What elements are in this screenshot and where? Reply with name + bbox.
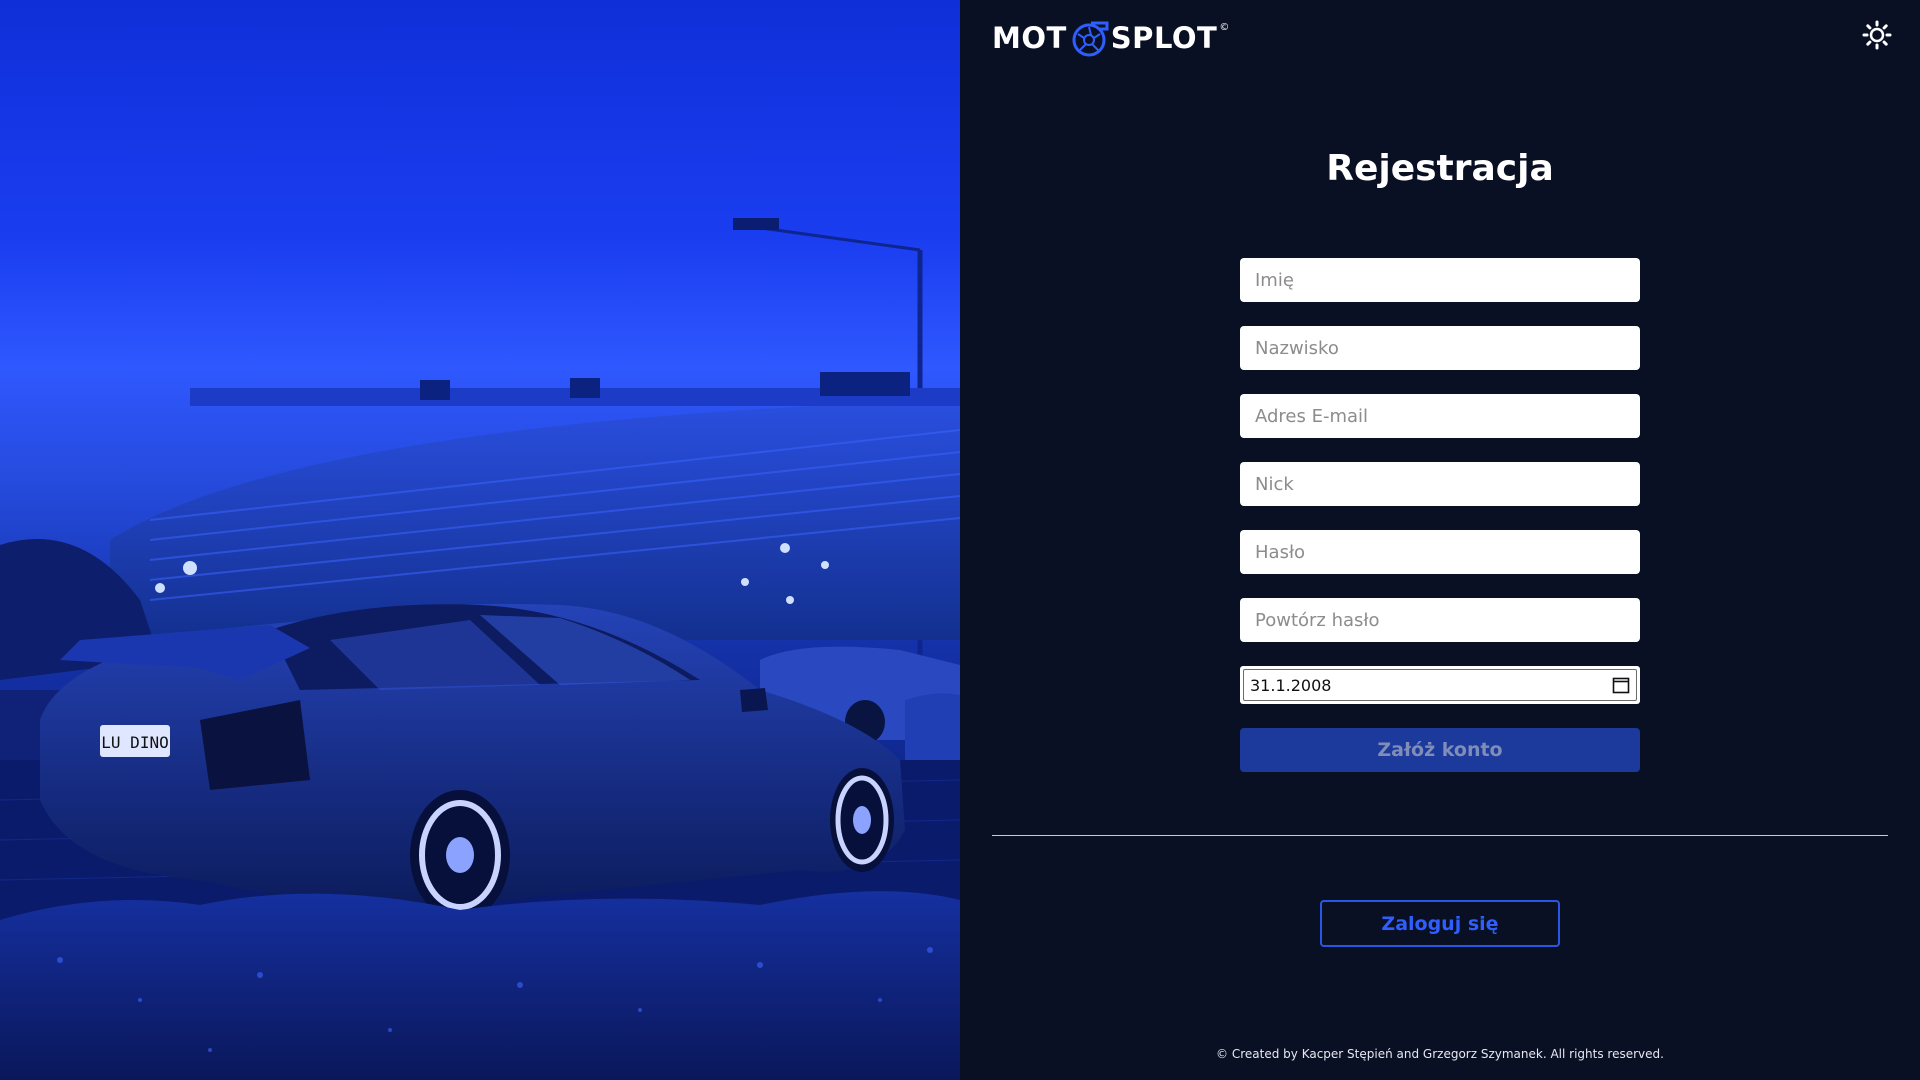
create-account-button[interactable]: Załóż konto — [1240, 728, 1640, 772]
page-title: Rejestracja — [1326, 148, 1554, 189]
birth-date-input[interactable]: 31.1.2008 — [1240, 666, 1640, 704]
nick-input[interactable] — [1240, 462, 1640, 506]
logo-text-left: MOT — [992, 21, 1067, 55]
birth-date-field[interactable]: 31.1.2008 — [1243, 669, 1637, 701]
email-input[interactable] — [1240, 394, 1640, 438]
first-name-input[interactable] — [1240, 258, 1640, 302]
login-button[interactable]: Zaloguj się — [1320, 900, 1560, 947]
birth-date-value: 31.1.2008 — [1250, 675, 1332, 695]
sun-icon[interactable] — [1862, 20, 1892, 50]
calendar-icon[interactable] — [1612, 676, 1630, 694]
registration-form: 31.1.2008 Załóż konto — [1240, 258, 1640, 772]
logo-text-right: SPLOT — [1110, 21, 1218, 55]
car-photo: LU DINO — [0, 218, 960, 1080]
hero-image: LU DINO — [0, 0, 960, 1080]
registration-panel: MOT SPLOT © Rejestracja Imię Nazwisko Ad… — [960, 0, 1920, 1080]
password-input[interactable] — [1240, 530, 1640, 574]
turbo-icon — [1072, 21, 1109, 57]
logo[interactable]: MOT SPLOT © — [992, 18, 1229, 58]
logo-registered: © — [1219, 22, 1230, 33]
footer-copyright: © Created by Kacper Stępień and Grzegorz… — [1216, 1047, 1664, 1061]
password-repeat-input[interactable] — [1240, 598, 1640, 642]
last-name-input[interactable] — [1240, 326, 1640, 370]
divider — [992, 835, 1888, 836]
license-plate: LU DINO — [101, 733, 168, 752]
